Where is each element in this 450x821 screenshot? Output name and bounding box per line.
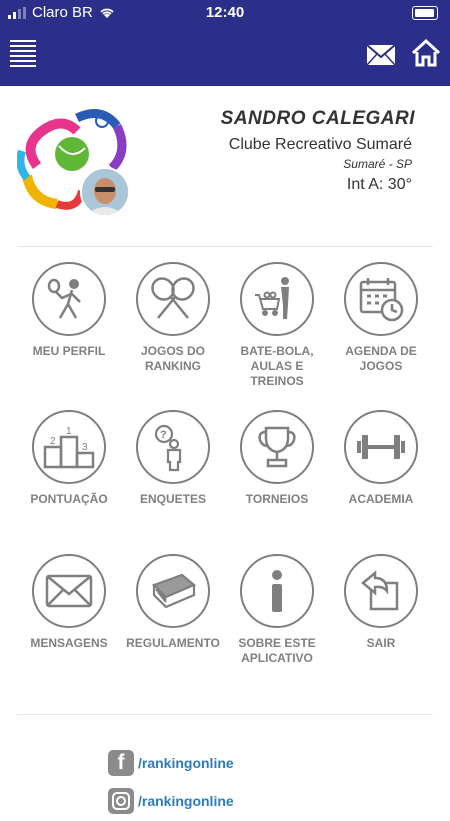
- calendar-clock-icon: [359, 278, 404, 322]
- menu-sair[interactable]: SAIR: [329, 554, 433, 651]
- info-icon: [272, 570, 282, 612]
- menu-mensagens[interactable]: MENSAGENS: [17, 554, 121, 651]
- app-header: [0, 26, 450, 86]
- menu-pontuacao[interactable]: 1 2 3 PONTUAÇÃO: [17, 410, 121, 507]
- trophy-icon: [258, 426, 296, 468]
- instagram-icon: [108, 788, 134, 814]
- divider: [17, 246, 433, 247]
- person-question-icon: ?: [154, 424, 182, 472]
- status-bar: Claro BR 12:40: [0, 0, 450, 26]
- club-name: Clube Recreativo Sumaré: [228, 136, 412, 153]
- facebook-icon: f: [108, 750, 134, 776]
- envelope-icon: [45, 574, 93, 608]
- envelope-icon[interactable]: [366, 44, 396, 66]
- menu-jogos-do-ranking[interactable]: JOGOS DO RANKING: [121, 262, 225, 374]
- book-icon: [151, 573, 197, 609]
- menu-bate-bola[interactable]: BATE-BOLA, AULAS E TREINOS: [225, 262, 329, 389]
- hamburger-icon[interactable]: [10, 40, 36, 68]
- menu-agenda-de-jogos[interactable]: AGENDA DE JOGOS: [329, 262, 433, 374]
- clock: 12:40: [205, 4, 245, 21]
- instagram-link[interactable]: /rankingonline: [108, 788, 234, 814]
- podium-icon: 1 2 3: [43, 426, 95, 469]
- menu-academia[interactable]: ACADEMIA: [329, 410, 433, 507]
- tennis-player-icon: [47, 278, 81, 319]
- svg-text:3: 3: [82, 442, 88, 453]
- player-city: Sumaré - SP: [343, 157, 412, 171]
- player-name: SANDRO CALEGARI: [220, 108, 415, 129]
- ball-cart-trainer-icon: [255, 277, 289, 319]
- svg-text:1: 1: [66, 426, 72, 437]
- menu-meu-perfil[interactable]: MEU PERFIL: [17, 262, 121, 359]
- player-rating: Int A: 30°: [346, 176, 412, 193]
- menu-regulamento[interactable]: REGULAMENTO: [121, 554, 225, 651]
- svg-text:?: ?: [160, 429, 167, 441]
- svg-text:2: 2: [50, 436, 56, 447]
- menu-enquetes[interactable]: ? ENQUETES: [121, 410, 225, 507]
- crossed-rackets-icon: [151, 277, 195, 319]
- facebook-link[interactable]: f/rankingonline: [108, 750, 234, 776]
- divider: [17, 714, 433, 715]
- avatar[interactable]: [80, 167, 130, 217]
- menu-torneios[interactable]: TORNEIOS: [225, 410, 329, 507]
- exit-icon: [361, 570, 399, 611]
- dumbbell-icon: [357, 435, 405, 459]
- house-icon[interactable]: [411, 38, 441, 68]
- battery-icon: [412, 6, 438, 20]
- menu-sobre-este-aplicativo[interactable]: SOBRE ESTE APLICATIVO: [225, 554, 329, 666]
